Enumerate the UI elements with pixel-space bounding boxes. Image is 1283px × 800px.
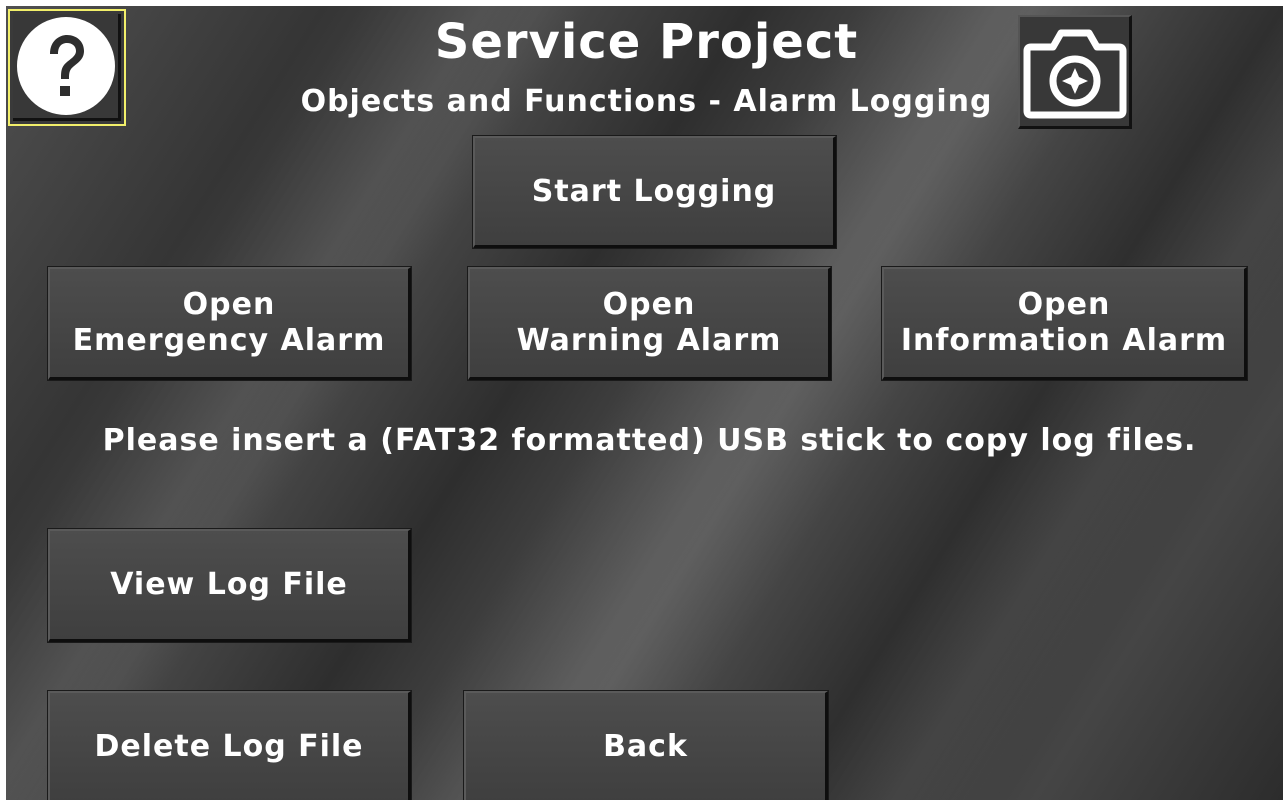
- open-warning-alarm-button[interactable]: Open Warning Alarm: [468, 267, 831, 380]
- screenshot-button[interactable]: [1018, 15, 1132, 129]
- open-warning-label-line2: Warning Alarm: [516, 323, 782, 358]
- back-button[interactable]: Back: [464, 691, 828, 800]
- open-warning-label-line1: Open: [602, 287, 696, 322]
- start-logging-button[interactable]: Start Logging: [473, 136, 836, 248]
- usb-instruction-text: Please insert a (FAT32 formatted) USB st…: [102, 423, 1197, 458]
- view-log-file-button[interactable]: View Log File: [48, 529, 411, 642]
- open-emergency-alarm-button[interactable]: Open Emergency Alarm: [48, 267, 411, 380]
- open-emergency-label-line2: Emergency Alarm: [72, 323, 386, 358]
- open-information-label-line2: Information Alarm: [900, 323, 1228, 358]
- start-logging-label: Start Logging: [531, 173, 777, 209]
- back-label: Back: [603, 729, 688, 764]
- open-information-alarm-button[interactable]: Open Information Alarm: [882, 267, 1247, 380]
- delete-log-file-button[interactable]: Delete Log File: [48, 691, 411, 800]
- camera-icon: [1023, 29, 1126, 118]
- open-emergency-label-line1: Open: [182, 287, 276, 322]
- view-log-file-label: View Log File: [110, 567, 348, 602]
- open-information-label-line1: Open: [1017, 287, 1111, 322]
- alarm-logging-screen: Service Project Objects and Functions - …: [6, 6, 1283, 800]
- delete-log-file-label: Delete Log File: [94, 729, 364, 764]
